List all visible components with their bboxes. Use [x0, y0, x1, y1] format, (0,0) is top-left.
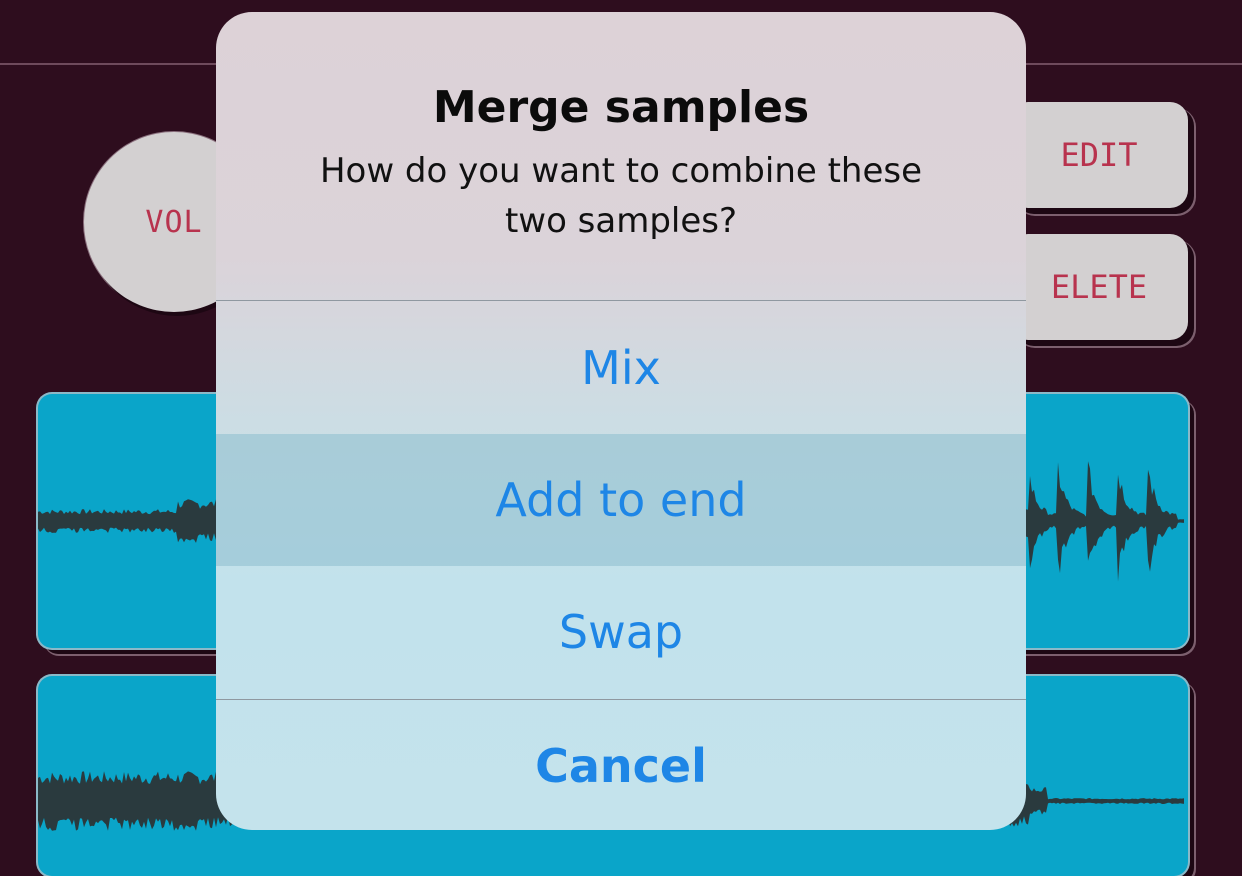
swap-button[interactable]: Swap: [216, 566, 1026, 698]
mix-button[interactable]: Mix: [216, 302, 1026, 434]
add-to-end-button[interactable]: Add to end: [216, 434, 1026, 566]
dialog-title: Merge samples: [432, 82, 810, 133]
dialog-header: Merge samples How do you want to combine…: [216, 12, 1026, 300]
cancel-button[interactable]: Cancel: [216, 700, 1026, 830]
dialog-message: How do you want to combine these two sam…: [319, 151, 923, 241]
dialog-divider: [216, 300, 1026, 301]
merge-samples-dialog: Merge samples How do you want to combine…: [216, 12, 1026, 830]
